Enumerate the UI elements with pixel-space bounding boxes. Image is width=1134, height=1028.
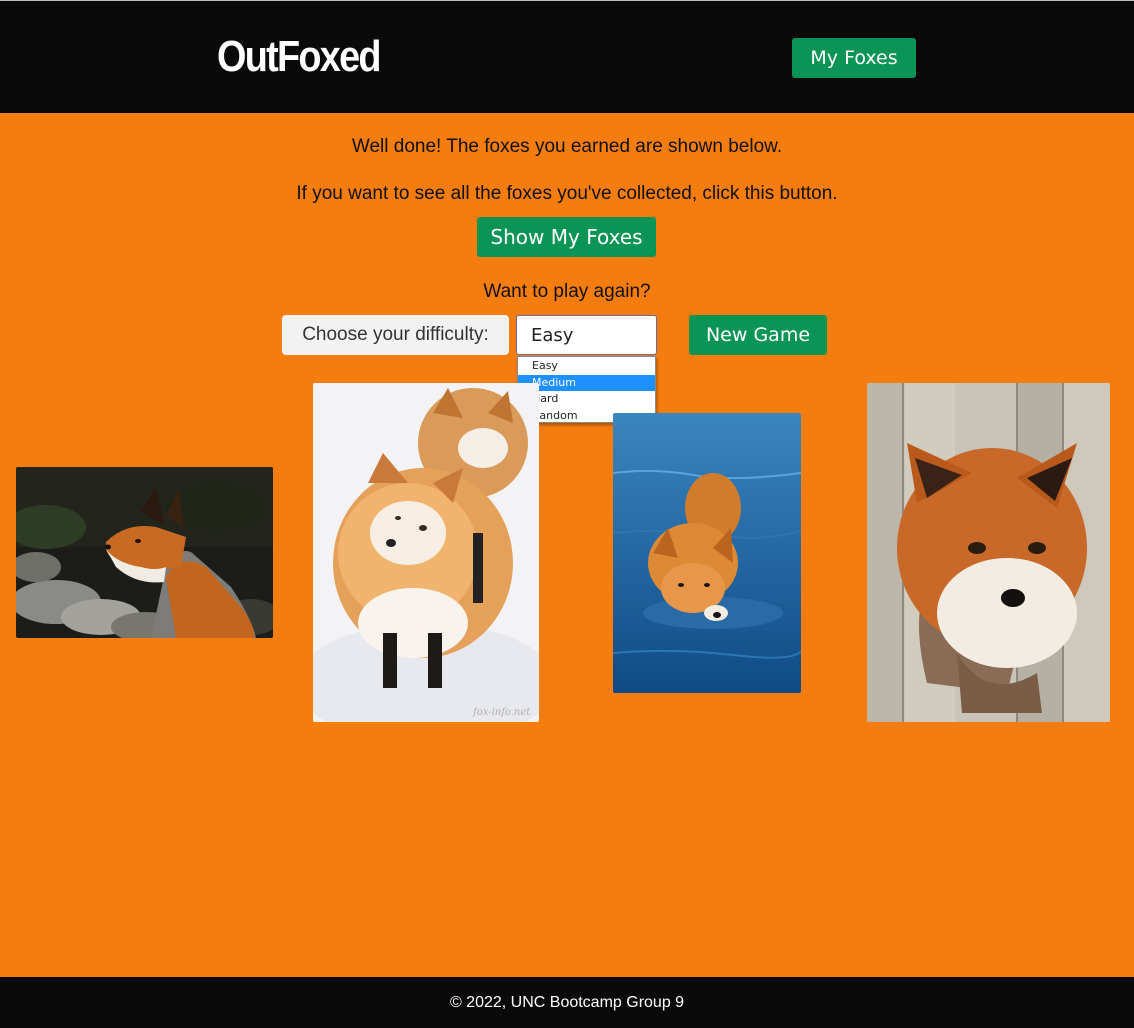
difficulty-label: Choose your difficulty: <box>282 315 509 355</box>
fox-image: fox-info.net <box>313 383 539 722</box>
difficulty-selected-value: Easy <box>531 324 574 346</box>
site-header: OutFoxed My Foxes <box>0 1 1134 113</box>
play-again-text: Want to play again? <box>483 281 651 302</box>
copyright-text: © 2022, UNC Bootcamp Group 9 <box>449 993 685 1011</box>
my-foxes-button[interactable]: My Foxes <box>792 38 916 78</box>
fox-image <box>613 413 801 693</box>
site-footer: © 2022, UNC Bootcamp Group 9 <box>0 977 1134 1028</box>
success-message: Well done! The foxes you earned are show… <box>351 136 783 157</box>
difficulty-option-easy[interactable]: Easy <box>518 358 655 375</box>
difficulty-select[interactable]: Easy <box>516 315 657 355</box>
show-my-foxes-button[interactable]: Show My Foxes <box>477 217 656 257</box>
new-game-button[interactable]: New Game <box>689 315 827 355</box>
fox-image <box>867 383 1110 722</box>
collection-prompt: If you want to see all the foxes you've … <box>296 183 838 204</box>
fox-image <box>16 467 273 638</box>
site-logo[interactable]: OutFoxed <box>217 31 382 83</box>
fox-watermark: fox-info.net <box>472 707 531 718</box>
